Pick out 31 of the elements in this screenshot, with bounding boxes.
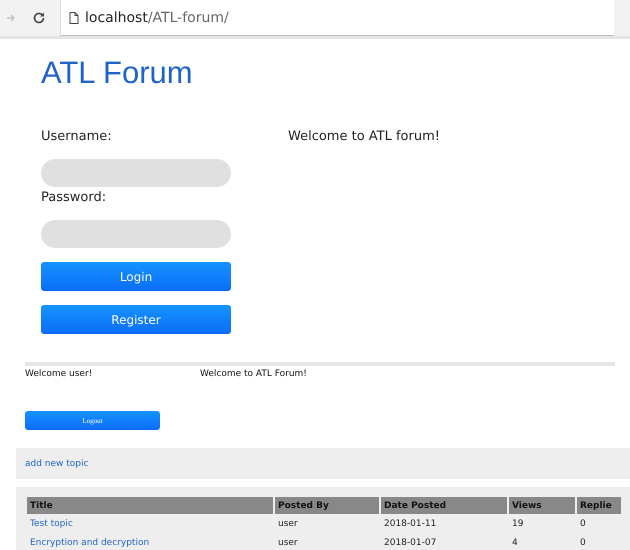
topic-link[interactable]: Test topic (27, 514, 273, 533)
welcome-text: Welcome to ATL Forum! (200, 369, 307, 379)
site-title: ATL Forum (41, 55, 194, 91)
reload-icon[interactable] (32, 11, 46, 25)
table-cell-text: user (277, 536, 299, 550)
url-host[interactable]: localhost (85, 10, 148, 26)
table-cell-text: user (277, 518, 299, 530)
column-header: Views (509, 497, 575, 514)
username-field[interactable] (41, 159, 231, 187)
table-cell-text: 2018-01-07 (383, 536, 438, 550)
username-label: Username: (41, 129, 113, 144)
url-path[interactable]: /ATL-forum/ (148, 10, 229, 26)
user-greeting: Welcome user! (25, 369, 94, 379)
table-cell-text: 0 (579, 536, 587, 550)
column-header: Date Posted (381, 497, 507, 514)
table-cell-text: 19 (511, 518, 524, 530)
password-field[interactable] (41, 220, 231, 248)
column-header: Posted By (275, 497, 379, 514)
add-topic-link[interactable]: add new topic (25, 458, 88, 468)
register-button[interactable]: Register (41, 305, 231, 334)
page-icon (69, 12, 79, 24)
password-label: Password: (41, 190, 108, 205)
table-cell-text: 2018-01-11 (383, 518, 438, 530)
table-cell-text: 4 (511, 536, 519, 550)
topic-link[interactable]: Encryption and decryption (27, 533, 273, 550)
table-cell-text: 0 (579, 518, 587, 530)
column-header: Replie (577, 497, 621, 514)
forward-icon[interactable] (6, 13, 16, 23)
login-button[interactable]: Login (41, 262, 231, 291)
column-header: Title (27, 497, 273, 514)
welcome-message: Welcome to ATL forum! (288, 129, 440, 146)
